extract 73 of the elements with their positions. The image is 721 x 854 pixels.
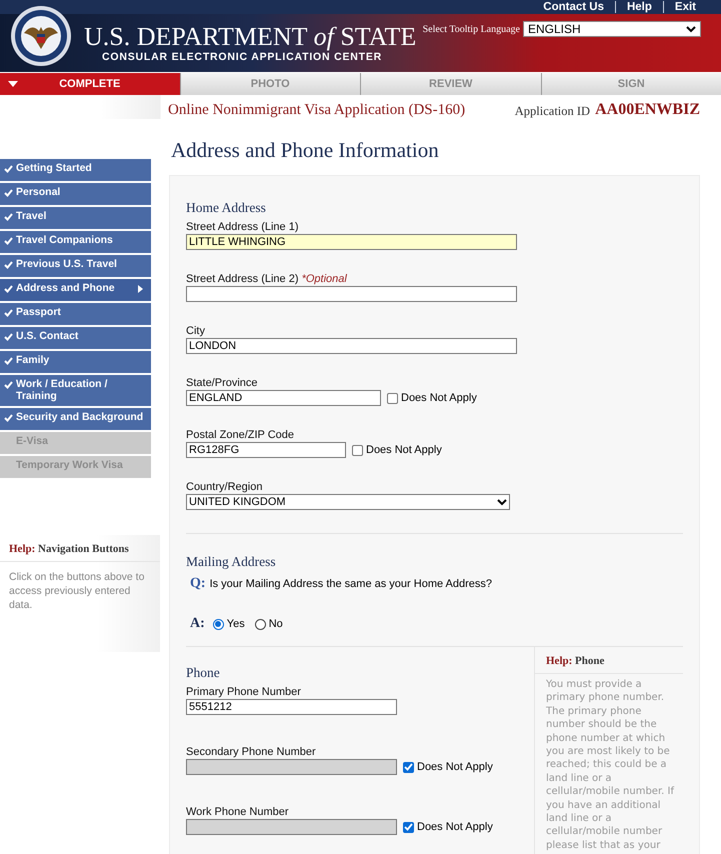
sidebar-item[interactable]: Travel bbox=[0, 207, 151, 229]
check-icon bbox=[4, 285, 13, 293]
field-label: State/Province bbox=[186, 377, 259, 390]
arrow-icon bbox=[138, 285, 143, 293]
sidebar-item[interactable]: Travel Companions bbox=[0, 231, 151, 253]
question-text: Is your Mailing Address the same as your Home Address? bbox=[210, 578, 492, 590]
input-field[interactable] bbox=[186, 286, 517, 302]
header-link[interactable]: Help bbox=[614, 1, 663, 13]
radio-option[interactable]: No bbox=[254, 618, 283, 630]
header-link[interactable]: Contact Us bbox=[532, 1, 615, 13]
chevron-down-icon bbox=[686, 26, 696, 32]
application-id: AA00ENWBIZ bbox=[595, 101, 700, 119]
field-label: Postal Zone/ZIP Code bbox=[186, 429, 296, 442]
help-title: Help: Navigation Buttons bbox=[0, 543, 160, 562]
check-icon bbox=[4, 414, 13, 422]
input-field[interactable]: LONDON bbox=[186, 338, 517, 354]
check-icon bbox=[4, 333, 13, 341]
header-link[interactable]: Exit bbox=[662, 1, 707, 13]
help-title: Help: Phone bbox=[535, 655, 683, 674]
check-icon bbox=[4, 261, 13, 269]
caret-icon bbox=[8, 81, 18, 87]
field-label: Country/Region bbox=[186, 481, 264, 494]
sidebar-item[interactable]: Family bbox=[0, 351, 151, 373]
checkbox-label: Does Not Apply bbox=[401, 392, 477, 404]
input-field[interactable]: 5551212 bbox=[186, 699, 397, 715]
field-label: Primary Phone Number bbox=[186, 686, 302, 699]
help-text: Click on the buttons above to access previously entered data. bbox=[8, 570, 146, 612]
department-subtitle: CONSULAR ELECTRONIC APPLICATION CENTER bbox=[102, 51, 384, 63]
checkbox[interactable] bbox=[387, 392, 398, 404]
sidebar-item[interactable]: Work / Education / Training bbox=[0, 375, 151, 406]
radio-option[interactable]: Yes bbox=[212, 618, 245, 630]
language-label: Select Tooltip Language bbox=[422, 24, 520, 34]
check-icon bbox=[4, 189, 13, 197]
step-tab[interactable]: COMPLETE bbox=[0, 73, 180, 95]
check-icon bbox=[4, 309, 13, 317]
sidebar-item[interactable]: U.S. Contact bbox=[0, 327, 151, 349]
help-text: You must provide a primary phone number. The primary phone number should be the phone number at which you are most likely to be reached; this could be a land line or a cellular/mobile number. If you have an additional land line or a cellular/mobile number please list that as your bbox=[545, 678, 676, 852]
country-dropdown[interactable]: UNITED KINGDOM bbox=[186, 494, 510, 510]
field-label: Street Address (Line 2) *Optional bbox=[186, 273, 348, 286]
field-label: Work Phone Number bbox=[186, 806, 290, 819]
check-icon bbox=[4, 381, 13, 389]
page-title: Address and Phone Information bbox=[171, 138, 440, 163]
department-title: U.S. DEPARTMENT of STATE bbox=[84, 23, 416, 51]
chevron-down-icon bbox=[497, 498, 507, 506]
field-label: City bbox=[186, 325, 206, 338]
sidebar-item[interactable]: Previous U.S. Travel bbox=[0, 255, 151, 277]
application-title: Online Nonimmigrant Visa Application (DS-160) bbox=[168, 102, 466, 119]
sidebar-item[interactable]: Personal bbox=[0, 183, 151, 205]
checkbox-label: Does Not Apply bbox=[417, 821, 493, 833]
field-label: Secondary Phone Number bbox=[186, 746, 317, 759]
check-icon bbox=[4, 213, 13, 221]
section-title: Mailing Address bbox=[186, 554, 277, 570]
input-field[interactable]: LITTLE WHINGING bbox=[186, 234, 517, 250]
sidebar-item[interactable]: Address and Phone bbox=[0, 279, 151, 301]
input-field[interactable]: ENGLAND bbox=[186, 390, 381, 406]
sidebar-item[interactable]: Getting Started bbox=[0, 159, 151, 181]
answer-mark-label: A: bbox=[190, 616, 205, 632]
checkbox-label: Does Not Apply bbox=[417, 761, 493, 773]
sidebar-item[interactable]: Passport bbox=[0, 303, 151, 325]
checkbox[interactable] bbox=[352, 444, 363, 456]
section-title: Phone bbox=[186, 665, 221, 681]
checkbox-label: Does Not Apply bbox=[366, 444, 442, 456]
section-title: Home Address bbox=[186, 200, 267, 216]
language-dropdown[interactable]: ENGLISH bbox=[523, 21, 701, 37]
sidebar-item[interactable]: Security and Background bbox=[0, 408, 151, 430]
question-mark-label: Q: bbox=[190, 576, 206, 592]
check-icon bbox=[4, 357, 13, 365]
seal-icon bbox=[10, 5, 72, 67]
field-label: Street Address (Line 1) bbox=[186, 221, 300, 234]
check-icon bbox=[4, 165, 13, 173]
input-field[interactable]: RG128FG bbox=[186, 442, 346, 458]
application-id-label: Application ID bbox=[514, 104, 590, 119]
check-icon bbox=[4, 237, 13, 245]
